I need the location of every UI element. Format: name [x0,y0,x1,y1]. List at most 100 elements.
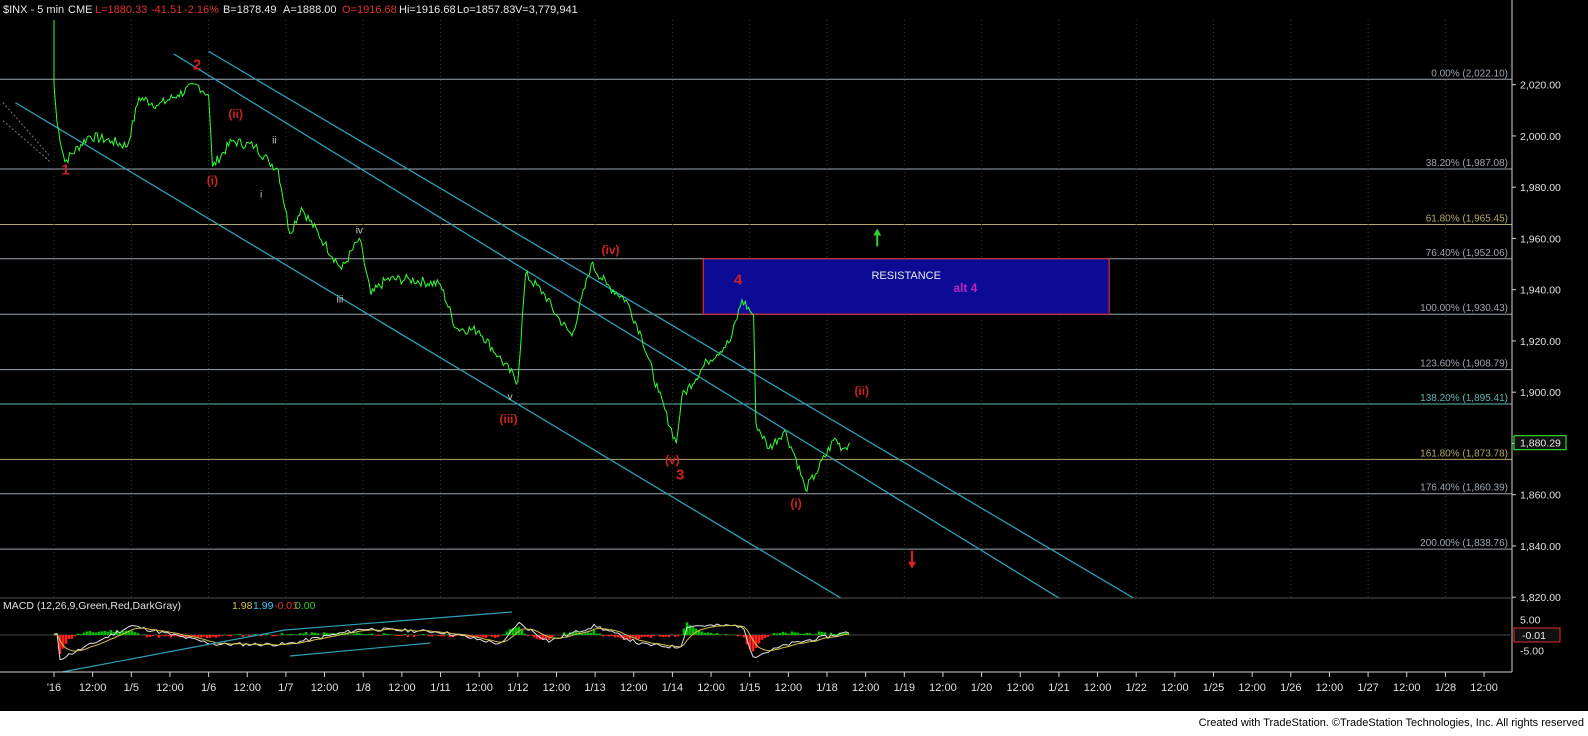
x-tick-label-4: 1/6 [201,682,216,694]
x-tick-label-19: 12:00 [775,682,803,694]
x-tick-label-6: 1/7 [278,682,293,694]
x-tick-label-23: 12:00 [929,682,957,694]
x-tick-label-37: 12:00 [1470,682,1498,694]
channel-line-0 [15,102,843,598]
x-tick-label-2: 1/5 [124,682,139,694]
y-tick-label-10: 2,020.00 [1520,80,1561,92]
y-tick-label-8: 1,980.00 [1520,182,1561,194]
trend-channels [2,50,1135,598]
x-tick-label-12: 1/12 [507,682,528,694]
wave-label-9: (iii) [500,412,518,426]
aux-dash-line-0 [2,120,51,162]
y-tick-label-9: 2,000.00 [1520,131,1561,143]
aux-dash-line-1 [2,102,51,157]
macd-value: 1.98 [232,600,253,612]
volume-label: V=3,779,941 [515,4,578,16]
wave-label-10: (iv) [602,243,620,257]
fib-label-7: 161.80% (1,873.78) [1420,448,1508,459]
y-tick-label-5: 1,920.00 [1520,336,1561,348]
footer: Created with TradeStation. ©TradeStation… [0,711,1588,736]
x-tick-label-11: 12:00 [465,682,493,694]
x-gridlines [53,20,1446,598]
x-tick-label-20: 1/18 [816,682,837,694]
x-tick-label-35: 12:00 [1393,682,1421,694]
wave-label-8: v [508,392,513,403]
y-tick-label-4: 1,900.00 [1520,387,1561,399]
y-tick-label-7: 1,960.00 [1520,233,1561,245]
x-tick-label-9: 12:00 [388,682,416,694]
ask-label: A=1888.00 [283,4,337,16]
wave-label-15: (ii) [854,384,869,398]
channel-line-2 [173,53,1061,598]
last-price-label: L=1880.33 [95,4,147,16]
fib-levels: 0.00% (2,022.10) 38.20% (1,987.08) 61.80% … [0,68,1512,550]
x-tick-label-36: 1/28 [1435,682,1456,694]
zero-value: 0.00 [295,600,316,612]
x-tick-label-27: 12:00 [1084,682,1112,694]
wave-label-6: iv [356,225,363,236]
x-tick-label-13: 12:00 [543,682,571,694]
fib-label-6: 138.20% (1,895.41) [1420,393,1508,404]
signal-value: 1.99 [253,600,274,612]
x-tick-label-21: 12:00 [852,682,880,694]
fib-label-4: 100.00% (1,930.43) [1420,303,1508,314]
wave-label-3: ii [272,136,276,147]
wave-label-12: 3 [676,466,684,483]
x-tick-label-16: 1/14 [662,682,683,694]
fib-label-8: 176.40% (1,860.39) [1420,483,1508,494]
x-tick-label-15: 12:00 [620,682,648,694]
fib-label-2: 61.80% (1,965.45) [1426,213,1508,224]
exchange-label: CME [68,4,92,16]
price-axis: 1,820.001,840.001,860.001,880.001,900.00… [0,0,1567,672]
bid-label: B=1878.49 [223,4,277,16]
stock-chart: $INX - 5 min CME L=1880.33 -41.51 -2.16%… [0,0,1588,736]
wave-label-4: (i) [207,174,218,188]
wave-label-11: (v) [665,453,680,467]
header-bar: $INX - 5 min CME L=1880.33 -41.51 -2.16%… [3,4,578,16]
footer-credit: Created with TradeStation. ©TradeStation… [1199,717,1584,729]
x-tick-label-28: 1/22 [1125,682,1146,694]
wave-label-7: iii [337,295,344,306]
low-label: Lo=1857.83 [457,4,515,16]
fib-label-3: 76.40% (1,952.06) [1426,248,1508,259]
symbol-label: $INX - 5 min [3,4,64,16]
alt4-label: alt 4 [953,281,977,295]
x-tick-label-34: 1/27 [1357,682,1378,694]
arrow-down-1 [908,550,917,569]
x-tick-label-14: 1/13 [584,682,605,694]
wave-label-0: 1 [61,161,69,178]
open-label: O=1916.68 [342,4,397,16]
y-tick-label-0: 1,820.00 [1520,592,1561,604]
macd-panel: MACD (12,26,9,Green,Red,DarkGray) 1.98 1.9… [0,600,1561,673]
x-tick-label-10: 1/11 [430,682,451,694]
y-tick-label-1: 1,840.00 [1520,541,1561,553]
x-tick-label-32: 1/26 [1280,682,1301,694]
fib-label-1: 38.20% (1,987.08) [1426,158,1508,169]
x-tick-label-26: 1/21 [1048,682,1069,694]
x-tick-label-0: '16 [47,682,61,694]
macd-trendline-2 [289,642,431,657]
fib-label-0: 0.00% (2,022.10) [1431,68,1508,79]
high-label: Hi=1916.68 [399,4,456,16]
x-tick-label-7: 12:00 [311,682,339,694]
price-series [53,20,851,493]
x-tick-label-5: 12:00 [233,682,261,694]
fib-label-9: 200.00% (1,838.76) [1420,538,1508,549]
wave-label-2: (ii) [228,107,243,121]
x-tick-label-8: 1/8 [356,682,371,694]
x-tick-label-17: 12:00 [697,682,725,694]
macd-current-label: -0.01 [1522,630,1546,642]
x-tick-label-31: 12:00 [1238,682,1266,694]
wave-label-1: 2 [193,56,201,73]
last-price-axis-label: 1,880.29 [1520,438,1561,450]
resistance-zone: RESISTANCE alt 4 [702,258,1110,315]
time-axis: '16 12:00 1/5 12:00 1/6 12:00 1/7 12:00 1/8 12:00… [0,671,1512,694]
macd-trendline-1 [284,611,513,631]
x-tick-label-24: 1/20 [971,682,992,694]
x-tick-label-30: 1/25 [1203,682,1224,694]
arrow-up-0 [873,228,882,247]
fib-label-5: 123.60% (1,908.79) [1420,359,1508,370]
x-tick-label-18: 1/15 [739,682,760,694]
signal-line [53,624,850,652]
macd-trendline-0 [61,629,286,673]
